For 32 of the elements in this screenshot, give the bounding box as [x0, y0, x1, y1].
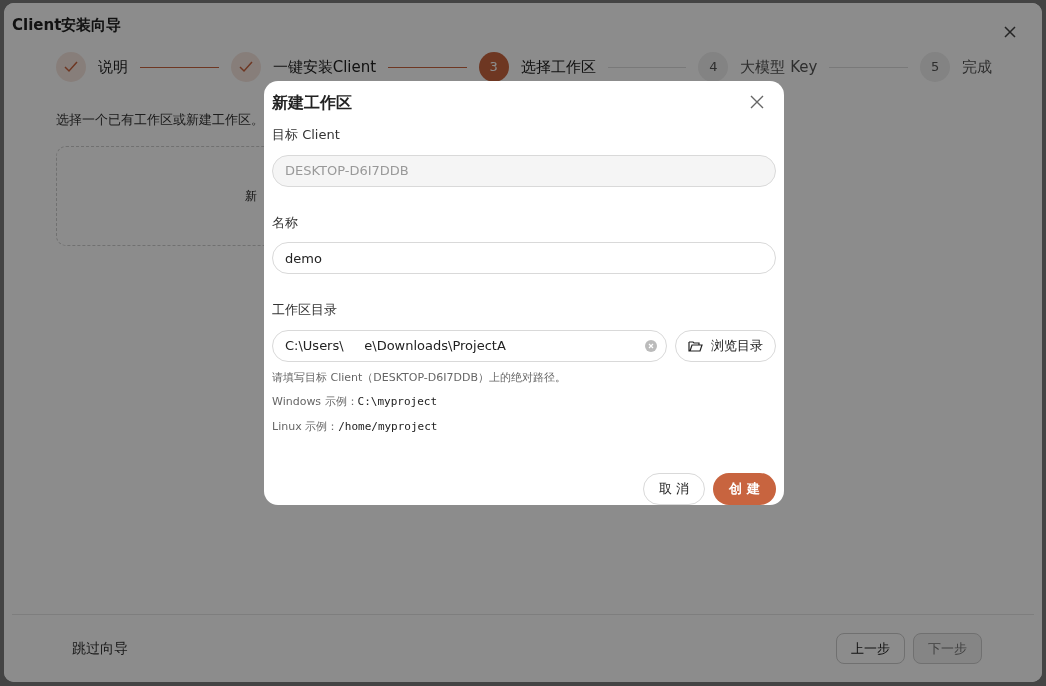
check-icon [64, 61, 78, 73]
step-label: 大模型 Key [740, 56, 818, 78]
step-label: 选择工作区 [520, 56, 596, 78]
step-label: 完成 [962, 56, 993, 78]
browse-button[interactable]: 浏览目录 [675, 329, 776, 362]
example-code: C:\myproject [357, 394, 438, 410]
step-label: 一键安装Client [272, 56, 377, 78]
field-label: 目标 Client [272, 126, 341, 144]
step-label: 说明 [98, 56, 128, 78]
example-code: /home/myproject [338, 418, 438, 435]
cancel-button[interactable]: 取 消 [643, 473, 706, 505]
input-field[interactable]: demo [272, 242, 776, 274]
field-label: 名称 [272, 213, 299, 232]
dialog-title: 新建工作区 [272, 92, 352, 114]
step-indicator: 3 [478, 52, 509, 82]
step-indicator: 5 [920, 52, 951, 82]
prev-button[interactable]: 上一步 [836, 632, 905, 665]
help-text: 请填写目标 Client（DESKTOP-D6I7DDB）上的绝对路径。 [272, 369, 568, 386]
close-icon[interactable] [750, 95, 764, 109]
skip-link[interactable]: 跳过向导 [72, 638, 128, 659]
folder-icon [688, 339, 703, 352]
window-title: Client安装向导 [12, 15, 122, 36]
card-label: 新 [245, 187, 257, 205]
close-icon[interactable] [1004, 26, 1016, 38]
create-button[interactable]: 创 建 [713, 473, 776, 505]
step-indicator: 4 [698, 52, 729, 82]
example-label: Linux 示例： [272, 418, 339, 435]
instruction-text: 选择一个已有工作区或新建工作区。 [56, 111, 264, 129]
check-icon [238, 61, 253, 73]
input-field[interactable]: C:\Users\ e\Downloads\ProjectA [272, 329, 667, 362]
example-label: Windows 示例： [272, 394, 358, 410]
field-label: 工作区目录 [272, 301, 338, 319]
